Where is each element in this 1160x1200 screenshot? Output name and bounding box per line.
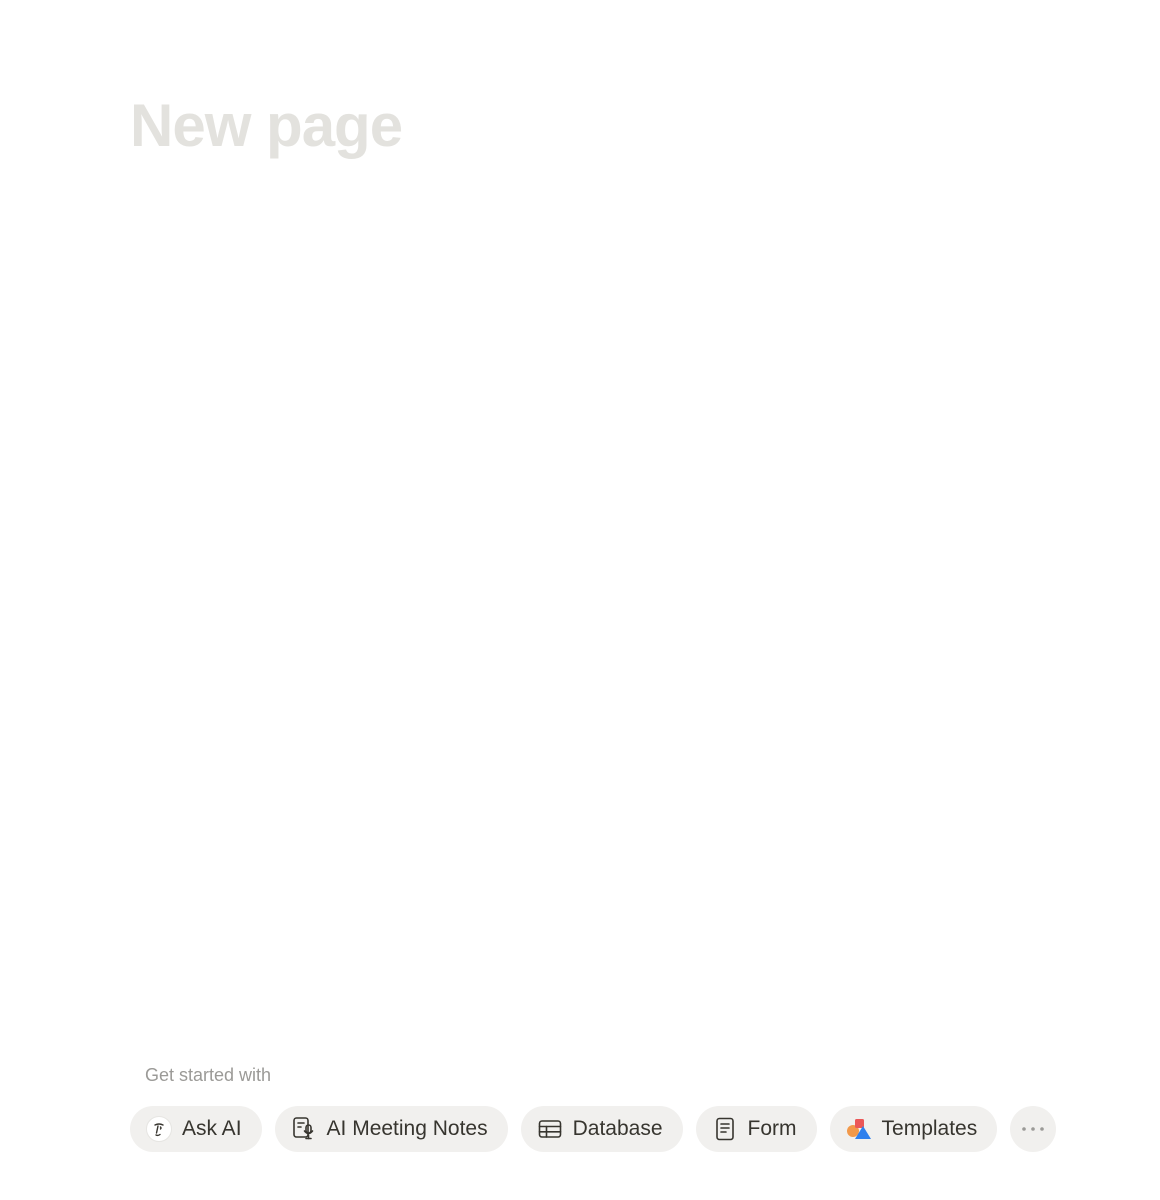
page-canvas: New page Get started with Ask AI AI Meet…	[0, 0, 1160, 1200]
page-title[interactable]: New page	[130, 88, 403, 164]
ai-meeting-notes-label: AI Meeting Notes	[326, 1117, 488, 1140]
ask-ai-face-icon	[146, 1116, 172, 1142]
more-horizontal-icon	[1020, 1116, 1046, 1142]
templates-label: Templates	[881, 1117, 978, 1140]
ask-ai-label: Ask AI	[182, 1117, 242, 1140]
database-label: Database	[572, 1117, 663, 1140]
database-button[interactable]: Database	[520, 1106, 683, 1152]
ai-meeting-notes-button[interactable]: AI Meeting Notes	[274, 1106, 508, 1152]
form-button[interactable]: Form	[695, 1106, 817, 1152]
table-icon	[537, 1116, 563, 1142]
templates-button[interactable]: Templates	[829, 1106, 998, 1152]
get-started-label: Get started with	[145, 1065, 272, 1085]
get-started-chips: Ask AI AI Meeting Notes Database Form Te…	[130, 1106, 1057, 1152]
more-options-button[interactable]	[1010, 1106, 1057, 1152]
templates-shapes-icon	[846, 1116, 872, 1142]
form-label: Form	[747, 1117, 797, 1140]
form-icon	[712, 1116, 738, 1142]
ask-ai-button[interactable]: Ask AI	[130, 1106, 262, 1152]
meeting-notes-icon	[291, 1116, 317, 1142]
